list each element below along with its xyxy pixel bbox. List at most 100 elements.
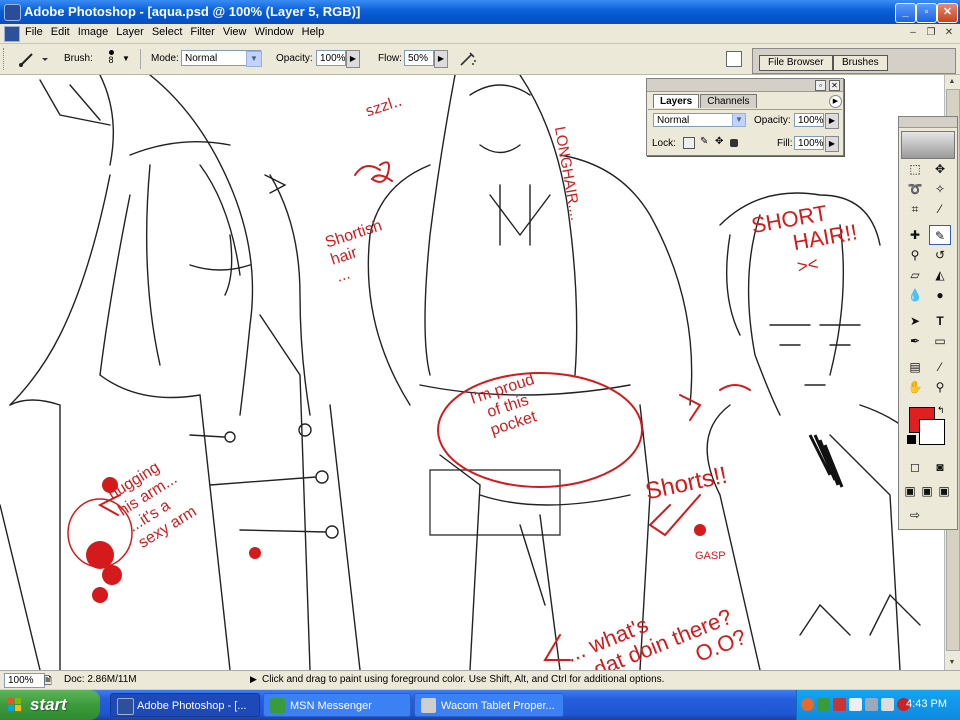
blend-mode-dropdown-icon[interactable]: ▼ [732,113,746,127]
brush-tool-icon[interactable]: ✎ [929,225,951,245]
tab-brushes[interactable]: Brushes [833,55,888,71]
menu-layer[interactable]: Layer [115,26,151,38]
default-colors-icon[interactable] [907,435,916,444]
opacity-input[interactable]: 100% [316,50,346,66]
menu-image[interactable]: Image [77,26,116,38]
crop-tool-icon[interactable]: ⌗ [904,199,926,219]
zoom-input[interactable]: 100% [4,673,45,688]
doc-close-button[interactable]: ✕ [942,26,956,39]
brush-icon [19,53,48,67]
screen-mode-standard-icon[interactable]: ▣ [902,481,918,501]
type-tool-icon[interactable]: T [929,311,951,331]
screen-mode-full-icon[interactable]: ▣ [936,481,952,501]
airbrush-button[interactable] [458,50,478,68]
marquee-tool-icon[interactable]: ⬚ [904,159,926,179]
tab-channels[interactable]: Channels [700,94,757,108]
screen-mode-full-menu-icon[interactable]: ▣ [919,481,935,501]
photoshop-app-icon[interactable] [4,4,21,21]
healing-brush-tool-icon[interactable]: ✚ [904,225,926,245]
move-tool-icon[interactable]: ✥ [929,159,951,179]
zoom-tool-icon[interactable]: ⚲ [929,377,951,397]
notes-tool-icon[interactable]: ▤ [904,357,926,377]
menu-select[interactable]: Select [151,26,190,38]
magic-wand-tool-icon[interactable]: ✧ [929,179,951,199]
lock-transparency-icon[interactable] [683,137,695,149]
slice-tool-icon[interactable]: ⁄ [929,199,951,219]
palette-close-icon[interactable]: ✕ [829,80,840,91]
clock[interactable]: 4:43 PM [906,698,947,710]
tray-expand-icon[interactable] [801,698,814,711]
document-canvas[interactable]: szzl.. LONGHAIR.... Shortish hair ... SH… [0,75,944,670]
doc-minimize-button[interactable]: – [906,26,920,39]
start-button[interactable]: start [0,690,100,720]
palette-minimize-icon[interactable]: ▫ [815,80,826,91]
lock-pixels-icon[interactable]: ✎ [700,137,710,147]
close-button[interactable]: ✕ [937,3,958,23]
menu-file[interactable]: File [24,26,50,38]
lock-all-icon[interactable] [730,139,738,147]
scroll-down-icon[interactable]: ▼ [946,657,958,669]
pen-tool-icon[interactable]: ✒ [904,331,926,351]
menu-view[interactable]: View [222,26,254,38]
doc-restore-button[interactable]: ❐ [924,26,938,39]
taskbar-msn-button[interactable]: MSN Messenger [263,693,411,717]
menu-window[interactable]: Window [254,26,301,38]
status-hint: Click and drag to paint using foreground… [262,674,665,685]
background-color-swatch[interactable] [919,419,945,445]
brush-preset-picker[interactable] [16,50,48,68]
lock-position-icon[interactable]: ✥ [715,137,725,147]
quick-mask-mode-icon[interactable]: ◙ [929,457,951,477]
opacity-slider-icon[interactable]: ▶ [346,50,360,68]
tray-antivirus-icon[interactable] [833,698,846,711]
menu-help[interactable]: Help [301,26,332,38]
palette-menu-icon[interactable] [726,51,742,67]
path-selection-tool-icon[interactable]: ➤ [904,311,926,331]
minimize-button[interactable]: _ [895,3,916,23]
dodge-tool-icon[interactable]: ● [929,285,951,305]
fill-input[interactable]: 100% [794,136,824,150]
blur-tool-icon[interactable]: 💧 [904,285,926,305]
fill-slider-icon[interactable]: ▶ [825,136,839,152]
mode-dropdown-icon[interactable]: ▼ [246,51,262,67]
layers-palette-header[interactable]: ▫ ✕ [647,79,843,92]
document-icon[interactable] [4,26,20,42]
clone-stamp-tool-icon[interactable]: ⚲ [904,245,926,265]
eraser-tool-icon[interactable]: ▱ [904,265,926,285]
tray-volume-icon[interactable] [865,698,878,711]
tray-tablet-icon[interactable] [881,698,894,711]
tab-file-browser[interactable]: File Browser [759,55,833,71]
menu-edit[interactable]: Edit [50,26,77,38]
start-label: start [30,695,67,714]
brush-size-picker[interactable]: 8 [104,48,118,70]
layer-opacity-input[interactable]: 100% [794,113,824,127]
history-brush-tool-icon[interactable]: ↺ [929,245,951,265]
flow-input[interactable]: 50% [404,50,434,66]
hand-tool-icon[interactable]: ✋ [904,377,926,397]
tray-msn-icon[interactable] [817,698,830,711]
annotation-gasp: GASP [695,550,726,562]
shape-tool-icon[interactable]: ▭ [929,331,951,351]
palette-flyout-icon[interactable]: ▶ [829,95,842,108]
jump-to-imageready-icon[interactable]: ⇨ [904,505,926,525]
document-info-icon[interactable]: 🗎 [44,674,52,691]
eyedropper-tool-icon[interactable]: ⁄ [929,357,951,377]
tools-palette-header[interactable] [899,117,957,128]
layer-opacity-slider-icon[interactable]: ▶ [825,113,839,129]
standard-mode-icon[interactable]: ◻ [904,457,926,477]
scroll-up-icon[interactable]: ▲ [946,76,958,88]
taskbar-photoshop-button[interactable]: Adobe Photoshop - [... [110,693,260,717]
fill-label: Fill: [777,138,793,149]
taskbar-wacom-button[interactable]: Wacom Tablet Proper... [414,693,564,717]
flow-slider-icon[interactable]: ▶ [434,50,448,68]
swap-colors-icon[interactable]: ↰ [937,405,945,416]
photoshop-logo-icon[interactable] [901,131,955,159]
menu-filter[interactable]: Filter [189,26,221,38]
maximize-button[interactable]: ▫ [916,3,937,23]
lasso-tool-icon[interactable]: ➰ [904,179,926,199]
tray-network-icon[interactable] [849,698,862,711]
paint-bucket-tool-icon[interactable]: ◭ [929,265,951,285]
status-menu-icon[interactable]: ▶ [250,674,257,685]
brush-size-dropdown-icon[interactable]: ▼ [122,54,130,63]
options-grip[interactable] [3,48,7,70]
tab-layers[interactable]: Layers [653,94,700,108]
